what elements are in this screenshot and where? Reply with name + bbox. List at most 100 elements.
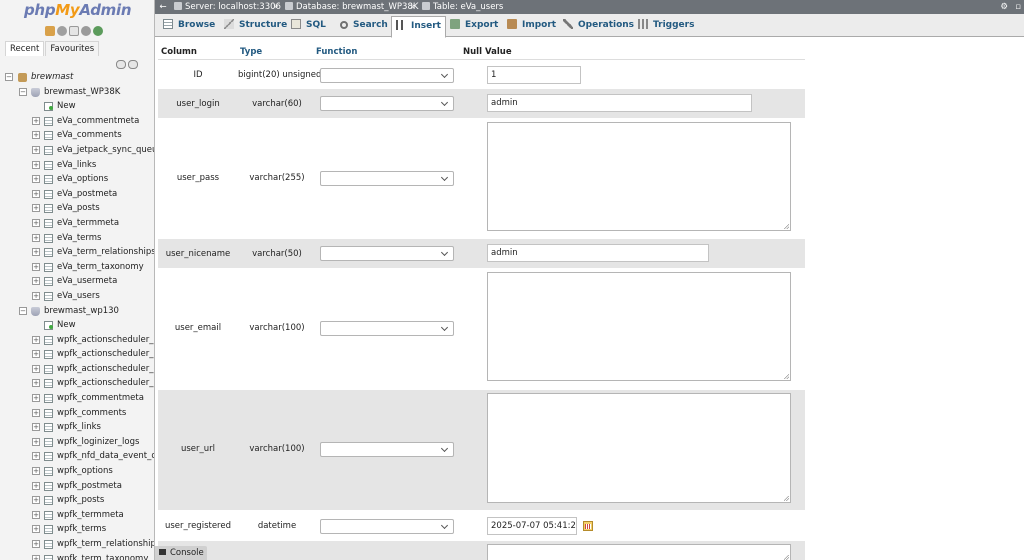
- expand-toggle-icon[interactable]: +: [32, 379, 40, 388]
- expand-toggle-icon[interactable]: +: [32, 175, 40, 184]
- function-select[interactable]: [320, 96, 454, 111]
- tree-table-item[interactable]: + wpfk_links: [0, 420, 154, 435]
- expand-toggle-icon[interactable]: +: [32, 408, 40, 417]
- home-icon[interactable]: [45, 26, 55, 36]
- header-function[interactable]: Function: [316, 45, 357, 60]
- expand-toggle-icon[interactable]: +: [32, 291, 40, 300]
- breadcrumb-database[interactable]: Database: brewmast_WP38K: [285, 0, 418, 14]
- expand-toggle-icon[interactable]: +: [32, 116, 40, 125]
- phpmyadmin-logo[interactable]: phpMyAdmin: [24, 1, 132, 19]
- tab-sql[interactable]: SQL: [291, 16, 326, 37]
- expand-toggle-icon[interactable]: +: [32, 467, 40, 476]
- tree-new-table[interactable]: New: [0, 318, 154, 333]
- expand-toggle-icon[interactable]: +: [32, 525, 40, 534]
- tree-table-item[interactable]: + eVa_posts: [0, 201, 154, 216]
- expand-toggle-icon[interactable]: +: [32, 554, 40, 560]
- tree-table-item[interactable]: + eVa_comments: [0, 128, 154, 143]
- settings-icon[interactable]: [81, 26, 91, 36]
- tree-table-item[interactable]: + wpfk_loginizer_logs: [0, 435, 154, 450]
- tree-table-item[interactable]: + eVa_term_relationships: [0, 245, 154, 260]
- gear-icon[interactable]: ⚙: [1000, 0, 1008, 14]
- reload-icon[interactable]: [93, 26, 103, 36]
- tab-recent[interactable]: Recent: [5, 41, 45, 56]
- tree-server-group[interactable]: − brewmast: [0, 70, 154, 85]
- tree-table-item[interactable]: + wpfk_termmeta: [0, 508, 154, 523]
- function-select[interactable]: [320, 68, 454, 83]
- function-select[interactable]: [320, 442, 454, 457]
- expand-toggle-icon[interactable]: +: [32, 394, 40, 403]
- function-select[interactable]: [320, 246, 454, 261]
- expand-toggle-icon[interactable]: +: [32, 160, 40, 169]
- tab-search[interactable]: Search: [340, 16, 388, 37]
- expand-toggle-icon[interactable]: +: [32, 248, 40, 257]
- function-select[interactable]: [320, 519, 454, 534]
- datetime-input[interactable]: 2025-07-07 05:41:25: [487, 517, 577, 535]
- value-textarea[interactable]: [487, 272, 791, 381]
- tab-export[interactable]: Export: [450, 16, 498, 37]
- tree-table-item[interactable]: + eVa_users: [0, 289, 154, 304]
- tree-table-item[interactable]: + wpfk_actionscheduler_gro: [0, 362, 154, 377]
- expand-toggle-icon[interactable]: +: [32, 233, 40, 242]
- back-arrow-icon[interactable]: ←: [157, 0, 169, 14]
- expand-toggle-icon[interactable]: +: [32, 218, 40, 227]
- collapse-toggle-icon[interactable]: −: [19, 306, 27, 315]
- calendar-icon[interactable]: [583, 521, 593, 531]
- tree-table-item[interactable]: + wpfk_options: [0, 464, 154, 479]
- tab-favourites[interactable]: Favourites: [45, 41, 100, 56]
- expand-toggle-icon[interactable]: +: [32, 189, 40, 198]
- expand-toggle-icon[interactable]: +: [32, 262, 40, 271]
- expand-toggle-icon[interactable]: +: [32, 540, 40, 548]
- value-textarea[interactable]: [487, 122, 791, 231]
- tree-table-item[interactable]: + wpfk_term_taxonomy: [0, 552, 154, 560]
- expand-toggle-icon[interactable]: +: [32, 481, 40, 490]
- value-input[interactable]: admin: [487, 244, 709, 262]
- tree-table-item[interactable]: + wpfk_actionscheduler_cla: [0, 347, 154, 362]
- tree-db-brewmast-wp130[interactable]: − brewmast_wp130: [0, 304, 154, 319]
- expand-toggle-icon[interactable]: +: [32, 423, 40, 432]
- value-input[interactable]: admin: [487, 94, 752, 112]
- expand-toggle-icon[interactable]: +: [32, 496, 40, 505]
- tree-table-item[interactable]: + wpfk_comments: [0, 406, 154, 421]
- tree-table-item[interactable]: + eVa_commentmeta: [0, 114, 154, 129]
- tree-table-item[interactable]: + wpfk_posts: [0, 493, 154, 508]
- docs-icon[interactable]: [69, 26, 79, 36]
- tree-db-brewmast-wp38k[interactable]: − brewmast_WP38K: [0, 85, 154, 100]
- function-select[interactable]: [320, 321, 454, 336]
- expand-toggle-icon[interactable]: +: [32, 510, 40, 519]
- tree-table-item[interactable]: + eVa_terms: [0, 231, 154, 246]
- logout-icon[interactable]: [57, 26, 67, 36]
- header-type[interactable]: Type: [240, 45, 262, 60]
- tree-table-item[interactable]: + eVa_options: [0, 172, 154, 187]
- expand-toggle-icon[interactable]: +: [32, 277, 40, 286]
- tab-browse[interactable]: Browse: [163, 16, 215, 37]
- tab-import[interactable]: Import: [507, 16, 556, 37]
- tab-triggers[interactable]: Triggers: [638, 16, 694, 37]
- value-textarea[interactable]: [487, 544, 791, 560]
- breadcrumb-server[interactable]: Server: localhost:3306: [174, 0, 281, 14]
- tree-table-item[interactable]: + eVa_termmeta: [0, 216, 154, 231]
- tree-table-item[interactable]: + eVa_postmeta: [0, 187, 154, 202]
- tree-table-item[interactable]: + wpfk_postmeta: [0, 479, 154, 494]
- tree-table-item[interactable]: + wpfk_nfd_data_event_que: [0, 449, 154, 464]
- expand-toggle-icon[interactable]: +: [32, 131, 40, 140]
- expand-toggle-icon[interactable]: +: [32, 335, 40, 344]
- expand-toggle-icon[interactable]: +: [32, 350, 40, 359]
- collapse-all-icon[interactable]: [116, 60, 126, 69]
- tree-table-item[interactable]: + wpfk_actionscheduler_log: [0, 376, 154, 391]
- breadcrumb-table[interactable]: Table: eVa_users: [422, 0, 503, 14]
- console-toggle[interactable]: Console: [155, 546, 207, 560]
- link-with-main-icon[interactable]: [128, 60, 138, 69]
- collapse-toggle-icon[interactable]: −: [19, 87, 27, 96]
- tab-insert[interactable]: Insert: [391, 16, 446, 38]
- tree-table-item[interactable]: + eVa_jetpack_sync_queue: [0, 143, 154, 158]
- expand-toggle-icon[interactable]: +: [32, 452, 40, 461]
- expand-toggle-icon[interactable]: +: [32, 204, 40, 213]
- collapse-toggle-icon[interactable]: −: [5, 73, 13, 81]
- expand-toggle-icon[interactable]: +: [32, 437, 40, 446]
- collapse-icon[interactable]: ▫: [1015, 0, 1021, 14]
- tab-operations[interactable]: Operations: [563, 16, 634, 37]
- expand-toggle-icon[interactable]: +: [32, 145, 40, 154]
- function-select[interactable]: [320, 171, 454, 186]
- tree-table-item[interactable]: + eVa_links: [0, 158, 154, 173]
- value-input[interactable]: 1: [487, 66, 581, 84]
